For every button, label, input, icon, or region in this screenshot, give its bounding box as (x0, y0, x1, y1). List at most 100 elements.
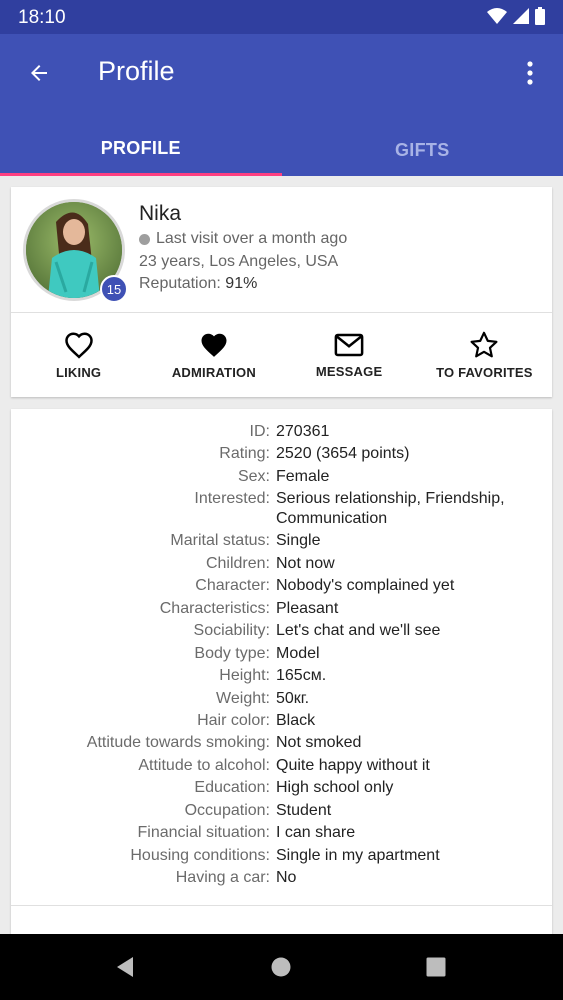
detail-key: Attitude to alcohol: (138, 757, 270, 774)
detail-row-character: Character: Nobody's complained yet (11, 576, 552, 596)
detail-row-id: ID: 270361 (11, 422, 552, 442)
system-nav-bar (0, 934, 563, 1000)
reputation-label: Reputation: (139, 275, 221, 292)
back-button[interactable] (22, 56, 56, 90)
reputation: Reputation: 91% (139, 275, 257, 293)
detail-value: Nobody's complained yet (276, 577, 455, 594)
detail-row-housing-conditions: Housing conditions: Single in my apartme… (11, 846, 552, 866)
tab-gifts[interactable]: GIFTS (282, 124, 563, 176)
detail-row-hair-color: Hair color: Black (11, 711, 552, 731)
detail-row-height: Height: 165см. (11, 666, 552, 686)
detail-value: 2520 (3654 points) (276, 445, 410, 462)
liking-label: LIKING (55, 364, 102, 380)
detail-key: Interested: (194, 490, 270, 507)
detail-key: Rating: (219, 445, 270, 462)
detail-value: Not smoked (276, 734, 362, 751)
liking-button[interactable]: LIKING (11, 313, 146, 397)
status-time: 18:10 (18, 7, 66, 28)
detail-value: Not now (276, 555, 335, 572)
detail-key: Sociability: (193, 622, 270, 639)
detail-key: Characteristics: (159, 600, 270, 617)
nav-recents-icon (426, 957, 446, 977)
message-label: MESSAGE (315, 363, 383, 379)
action-bar: LIKING ADMIRATION MESSAGE TO FAVORITES (11, 313, 552, 397)
detail-row-children: Children: Not now (11, 554, 552, 574)
to-favorites-button[interactable]: TO FAVORITES (417, 313, 552, 397)
status-icons (487, 7, 545, 25)
app-bar: Profile PROFILE GIFTS (0, 34, 563, 176)
detail-key: Hair color: (197, 712, 270, 729)
detail-key: Financial situation: (137, 824, 270, 841)
detail-row-marital-status: Marital status: Single (11, 531, 552, 551)
detail-value: No (276, 869, 297, 886)
detail-row-smoking: Attitude towards smoking: Not smoked (11, 733, 552, 753)
reputation-value: 91% (225, 275, 258, 292)
detail-key: Attitude towards smoking: (86, 734, 270, 751)
status-bar: 18:10 (0, 0, 563, 34)
avatar-container[interactable]: 15 (23, 199, 128, 303)
detail-value: Model (276, 645, 320, 662)
detail-row-body-type: Body type: Model (11, 644, 552, 664)
detail-value: Single (276, 532, 321, 549)
nav-home-button[interactable] (251, 934, 311, 1000)
envelope-icon (334, 333, 364, 356)
heart-filled-icon (201, 333, 227, 357)
detail-key: Occupation: (184, 802, 270, 819)
detail-key: ID: (249, 423, 270, 440)
detail-row-financial-situation: Financial situation: I can share (11, 823, 552, 843)
nav-back-button[interactable] (95, 934, 155, 1000)
detail-value: 270361 (276, 423, 330, 440)
detail-value: 50кг. (276, 690, 310, 707)
signal-icon (513, 8, 529, 24)
level-badge: 15 (100, 275, 128, 303)
detail-value: I can share (276, 824, 356, 841)
admiration-button[interactable]: ADMIRATION (146, 313, 281, 397)
profile-details-card: ID: 270361 Rating: 2520 (3654 points) Se… (11, 409, 552, 969)
detail-row-alcohol: Attitude to alcohol: Quite happy without… (11, 756, 552, 776)
detail-value: Quite happy without it (276, 757, 430, 774)
detail-row-rating: Rating: 2520 (3654 points) (11, 444, 552, 464)
nav-back-icon (117, 957, 133, 977)
nav-home-icon (271, 957, 291, 977)
detail-value: Pleasant (276, 600, 339, 617)
last-visit-text: Last visit over a month ago (156, 230, 348, 247)
detail-key: Character: (195, 577, 270, 594)
detail-key: Sex: (237, 468, 270, 485)
detail-row-having-a-car: Having a car: No (11, 868, 552, 888)
detail-key: Weight: (216, 690, 270, 707)
last-visit: Last visit over a month ago (139, 230, 347, 248)
offline-status-dot (139, 233, 150, 245)
tab-bar: PROFILE GIFTS (0, 124, 563, 176)
detail-value: High school only (276, 779, 394, 796)
more-options-button[interactable] (515, 56, 545, 90)
detail-value: 165см. (276, 667, 327, 684)
detail-key: Education: (194, 779, 270, 796)
message-button[interactable]: MESSAGE (282, 313, 417, 397)
more-vert-icon (527, 61, 533, 85)
detail-row-interested: Interested: Serious relationship, Friend… (11, 489, 552, 529)
detail-key: Children: (205, 555, 270, 572)
star-outline-icon (470, 331, 498, 357)
detail-row-weight: Weight: 50кг. (11, 689, 552, 709)
wifi-icon (487, 8, 507, 24)
age-location: 23 years, Los Angeles, USA (139, 253, 339, 270)
detail-key: Body type: (194, 645, 270, 662)
detail-key: Housing conditions: (130, 847, 270, 864)
detail-row-characteristics: Characteristics: Pleasant (11, 599, 552, 619)
tab-profile[interactable]: PROFILE (0, 124, 282, 176)
page-title: Profile (98, 56, 175, 86)
profile-card: 15 Nika Last visit over a month ago 23 y… (11, 187, 552, 397)
detail-value: Single in my apartment (276, 847, 440, 864)
detail-key: Height: (219, 667, 270, 684)
divider (11, 905, 552, 906)
detail-row-occupation: Occupation: Student (11, 801, 552, 821)
battery-icon (535, 7, 545, 25)
admiration-label: ADMIRATION (171, 364, 256, 380)
profile-name: Nika (139, 202, 182, 225)
detail-row-education: Education: High school only (11, 778, 552, 798)
detail-value: Serious relationship, Friendship, Commun… (276, 490, 505, 527)
detail-value: Black (276, 712, 316, 729)
detail-value: Female (276, 468, 330, 485)
nav-recents-button[interactable] (406, 934, 466, 1000)
heart-outline-icon (64, 331, 93, 359)
